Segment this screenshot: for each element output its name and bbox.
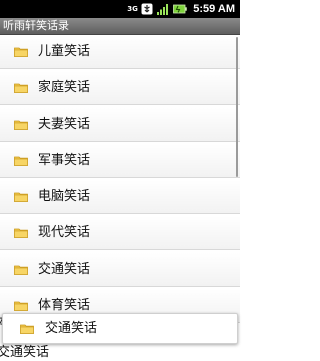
3g-icon: 3G	[127, 4, 138, 13]
list-item[interactable]: 家庭笑话	[0, 71, 240, 105]
folder-icon	[14, 192, 28, 202]
list-item[interactable]: 交通笑话	[0, 253, 240, 287]
list-item-label: 电脑笑话	[38, 189, 91, 204]
floating-list-item[interactable]: 交通笑话	[2, 313, 238, 344]
list-item-label: 交通笑话	[38, 262, 91, 277]
list-item[interactable]: 夫妻笑话	[0, 108, 240, 142]
list-item[interactable]: 电脑笑话	[0, 180, 240, 214]
list-item[interactable]: 现代笑话	[0, 216, 240, 250]
folder-icon	[14, 120, 28, 130]
folder-icon	[14, 301, 28, 311]
status-bar: 3G 5:59 AM	[0, 0, 240, 18]
folder-icon	[14, 265, 28, 275]
category-list[interactable]: 儿童笑话 家庭笑话 夫妻笑话 军事笑话 电脑笑话 现代笑话 交通笑话 体育笑话	[0, 35, 240, 360]
list-item[interactable]: 儿童笑话	[0, 35, 240, 69]
folder-icon	[20, 324, 34, 334]
list-item-label: 家庭笑话	[38, 80, 91, 95]
folder-icon	[14, 83, 28, 93]
ghost-label-bottom: 交通笑话	[0, 345, 50, 360]
folder-icon	[14, 47, 28, 57]
title-bar: 听雨轩笑话录	[0, 18, 240, 35]
list-item-label: 夫妻笑话	[38, 117, 91, 132]
floating-item-label: 交通笑话	[45, 321, 98, 336]
battery-icon	[173, 4, 188, 14]
signal-icon	[157, 4, 169, 15]
list-item-label: 现代笑话	[38, 225, 91, 240]
folder-icon	[14, 228, 28, 238]
clock: 5:59 AM	[193, 3, 235, 15]
list-item[interactable]: 军事笑话	[0, 144, 240, 178]
scrollbar[interactable]	[236, 37, 238, 177]
list-item-label: 体育笑话	[38, 298, 91, 313]
list-item-label: 儿童笑话	[38, 44, 91, 59]
list-item-label: 军事笑话	[38, 153, 91, 168]
app-title: 听雨轩笑话录	[3, 19, 69, 32]
usb-icon	[141, 3, 153, 15]
folder-icon	[14, 156, 28, 166]
